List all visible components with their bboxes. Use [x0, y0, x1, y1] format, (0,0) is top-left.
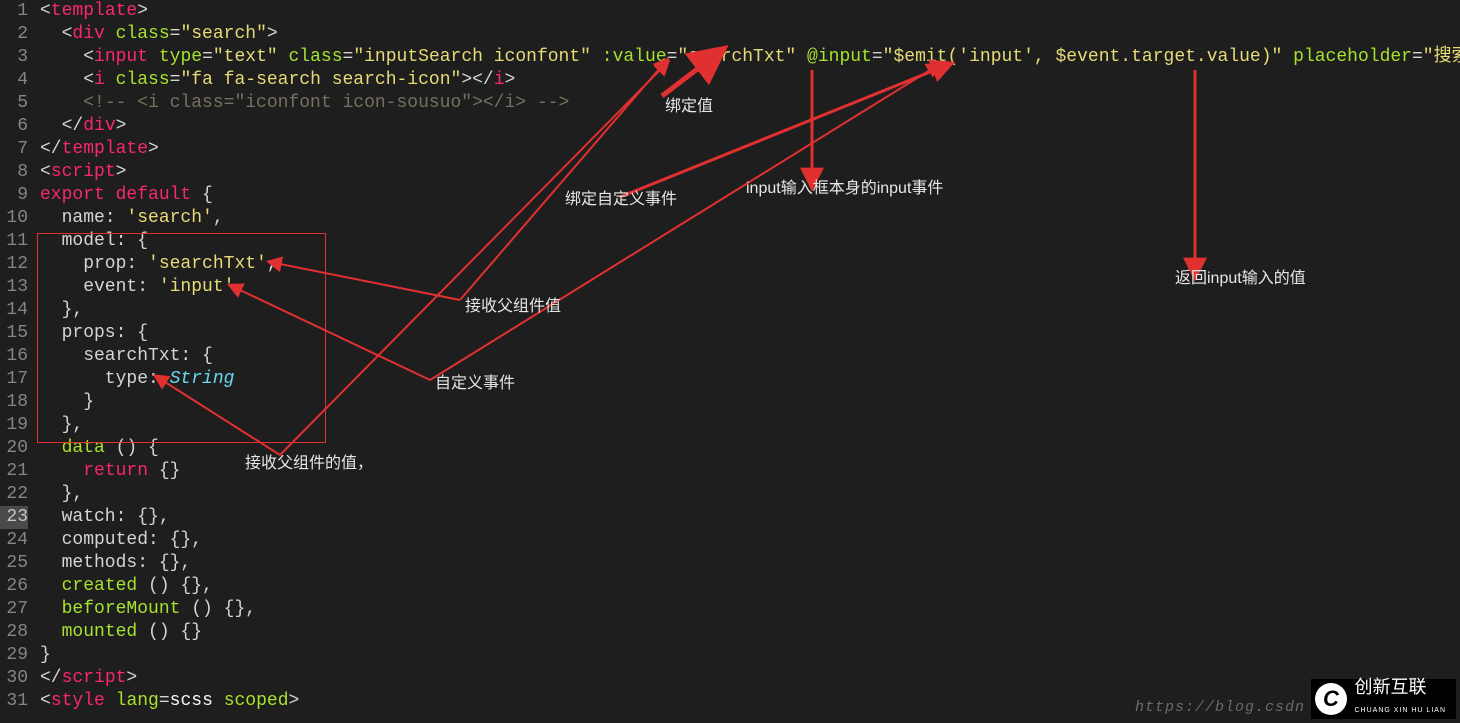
code-line[interactable]: <template> [40, 0, 1460, 23]
line-number: 28 [0, 621, 28, 644]
code-line[interactable]: type: String [40, 368, 1460, 391]
line-number: 1 [0, 0, 28, 23]
line-number: 7 [0, 138, 28, 161]
line-number: 13 [0, 276, 28, 299]
annotation-custom-event: 自定义事件 [435, 372, 515, 395]
code-line[interactable]: name: 'search', [40, 207, 1460, 230]
line-number: 26 [0, 575, 28, 598]
line-number: 14 [0, 299, 28, 322]
line-number: 22 [0, 483, 28, 506]
logo-brand: 创新互联 [1354, 677, 1426, 697]
line-number: 29 [0, 644, 28, 667]
annotation-input-event: input输入框本身的input事件 [746, 177, 943, 200]
line-number: 9 [0, 184, 28, 207]
line-number: 8 [0, 161, 28, 184]
line-number-gutter: 1234567891011121314151617181920212223242… [0, 0, 34, 723]
line-number: 21 [0, 460, 28, 483]
line-number: 4 [0, 69, 28, 92]
line-number: 30 [0, 667, 28, 690]
code-line[interactable]: computed: {}, [40, 529, 1460, 552]
line-number: 20 [0, 437, 28, 460]
line-number: 24 [0, 529, 28, 552]
code-line[interactable]: searchTxt: { [40, 345, 1460, 368]
annotation-receive-parent-value: 接收父组件值 [465, 295, 561, 318]
line-number: 16 [0, 345, 28, 368]
code-line[interactable]: <!-- <i class="iconfont icon-sousuo"></i… [40, 92, 1460, 115]
code-line[interactable]: <input type="text" class="inputSearch ic… [40, 46, 1460, 69]
code-line[interactable]: model: { [40, 230, 1460, 253]
code-line[interactable]: created () {}, [40, 575, 1460, 598]
line-number: 10 [0, 207, 28, 230]
logo-letter: C [1315, 683, 1347, 715]
code-line[interactable]: }, [40, 299, 1460, 322]
code-line[interactable]: <div class="search"> [40, 23, 1460, 46]
watermark-logo: C 创新互联 CHUANG XIN HU LIAN [1311, 679, 1456, 719]
code-line[interactable]: }, [40, 414, 1460, 437]
line-number: 19 [0, 414, 28, 437]
code-line[interactable]: methods: {}, [40, 552, 1460, 575]
annotation-bind-custom-event: 绑定自定义事件 [565, 188, 677, 211]
line-number: 11 [0, 230, 28, 253]
code-line[interactable]: } [40, 391, 1460, 414]
line-number: 12 [0, 253, 28, 276]
line-number: 15 [0, 322, 28, 345]
line-number: 27 [0, 598, 28, 621]
line-number: 17 [0, 368, 28, 391]
code-line[interactable]: } [40, 644, 1460, 667]
code-line[interactable]: beforeMount () {}, [40, 598, 1460, 621]
line-number: 3 [0, 46, 28, 69]
code-line[interactable]: watch: {}, [40, 506, 1460, 529]
watermark-url: https://blog.csdn [1135, 696, 1305, 719]
line-number: 6 [0, 115, 28, 138]
code-line[interactable]: mounted () {} [40, 621, 1460, 644]
code-line[interactable]: </div> [40, 115, 1460, 138]
line-number: 25 [0, 552, 28, 575]
code-line[interactable]: }, [40, 483, 1460, 506]
code-line[interactable]: <i class="fa fa-search search-icon"></i> [40, 69, 1460, 92]
annotation-bind-value: 绑定值 [665, 95, 713, 118]
line-number: 2 [0, 23, 28, 46]
code-area[interactable]: <template> <div class="search"> <input t… [34, 0, 1460, 723]
logo-brand-sub: CHUANG XIN HU LIAN [1354, 699, 1446, 722]
line-number: 5 [0, 92, 28, 115]
annotation-receive-parent-value2: 接收父组件的值， [245, 452, 373, 475]
line-number: 23 [0, 506, 28, 529]
line-number: 31 [0, 690, 28, 713]
annotation-return-input-value: 返回input输入的值 [1175, 267, 1306, 290]
code-editor[interactable]: 1234567891011121314151617181920212223242… [0, 0, 1460, 723]
line-number: 18 [0, 391, 28, 414]
code-line[interactable]: props: { [40, 322, 1460, 345]
code-line[interactable]: </script> [40, 667, 1460, 690]
code-line[interactable]: </template> [40, 138, 1460, 161]
